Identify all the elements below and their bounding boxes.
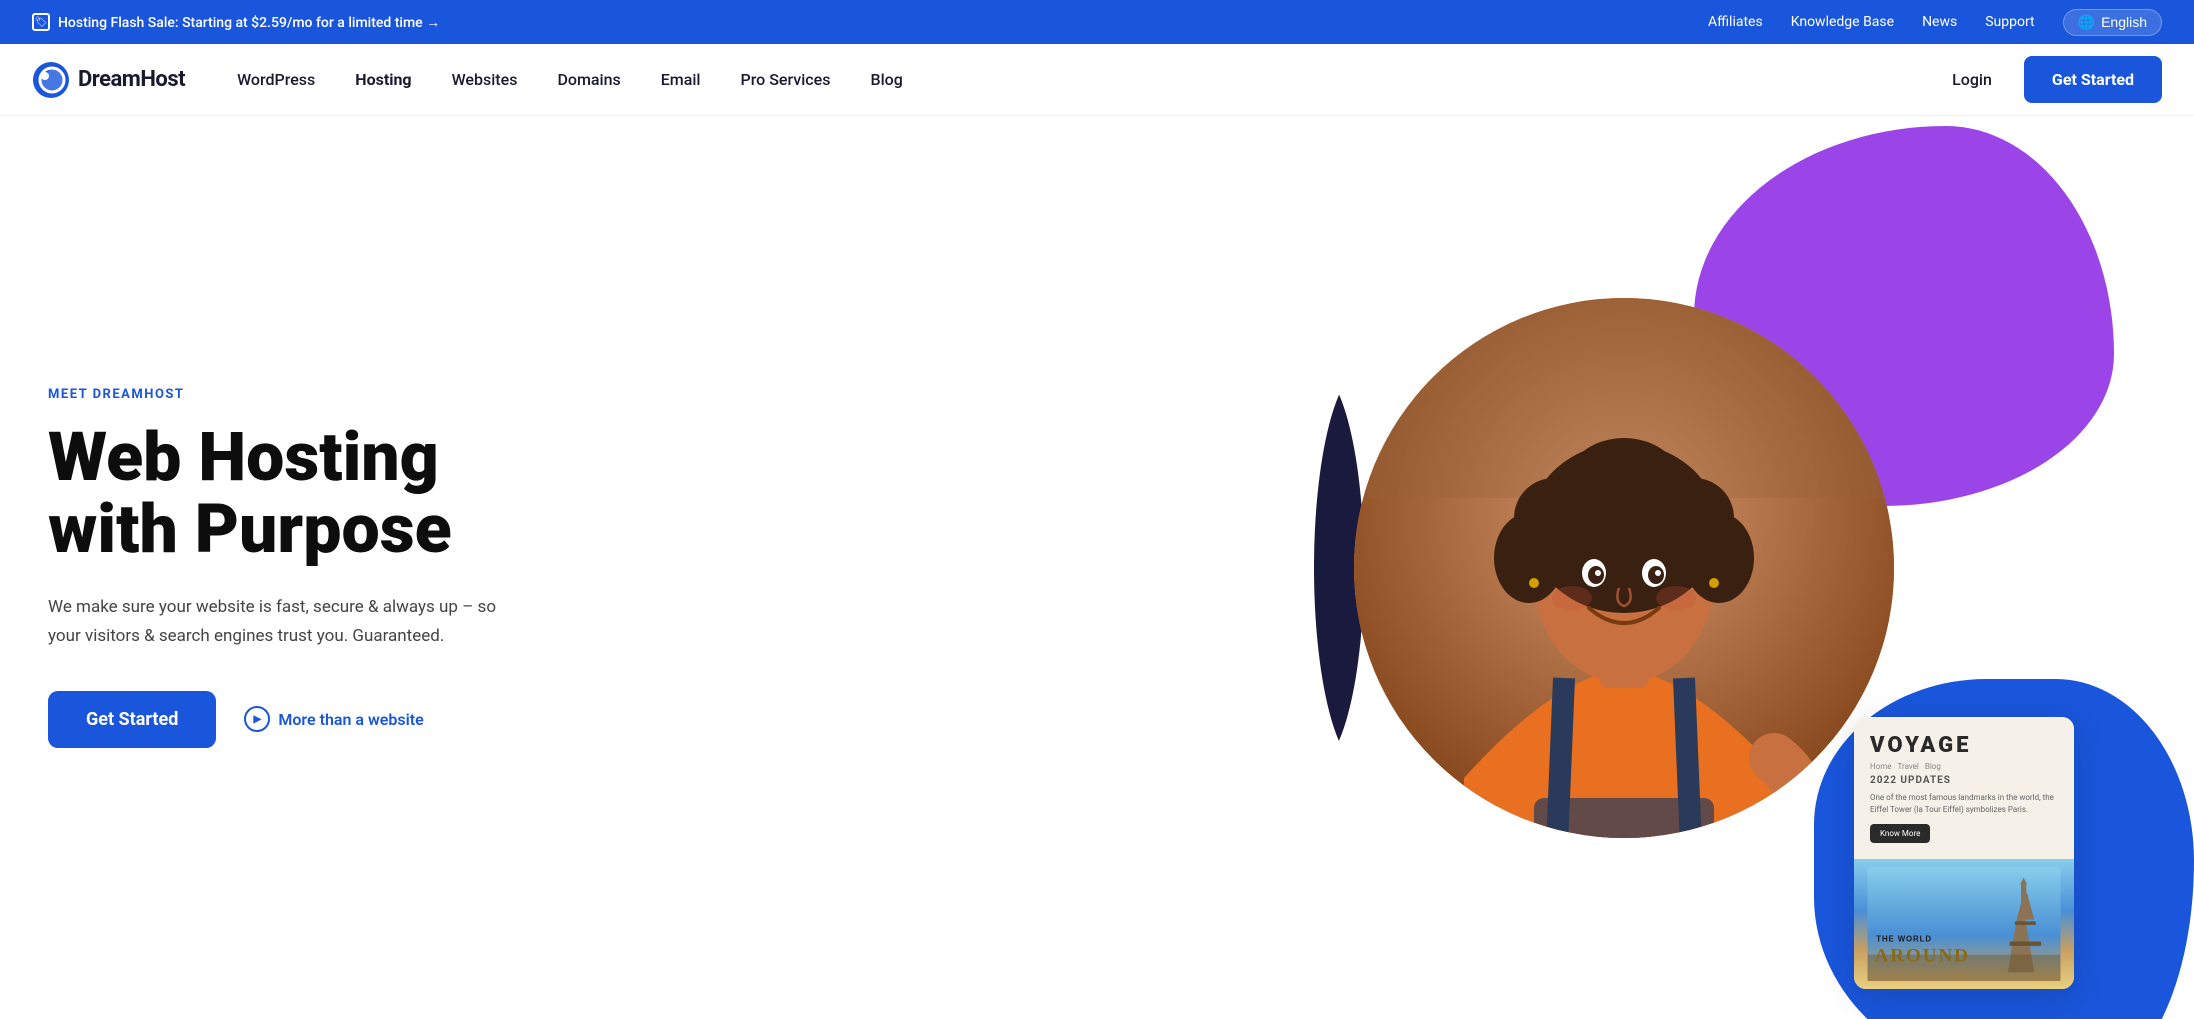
language-label: English: [2101, 14, 2147, 30]
nav-websites[interactable]: Websites: [436, 62, 534, 97]
hero-eyebrow: MEET DREAMHOST: [48, 387, 568, 402]
voyage-card-top: VOYAGE HomeTravelBlog 2022 UPDATES One o…: [1854, 717, 2074, 859]
svg-text:AROUND: AROUND: [1875, 946, 1970, 967]
nav-hosting[interactable]: Hosting: [339, 62, 427, 97]
nav-right: Login Get Started: [1936, 56, 2162, 103]
svg-text:THE WORLD: THE WORLD: [1876, 935, 1932, 944]
hero-title: Web Hosting with Purpose: [48, 422, 568, 565]
tag-icon: 🏷: [32, 13, 50, 31]
logo[interactable]: DreamHost: [32, 61, 185, 99]
nav-domains[interactable]: Domains: [541, 62, 636, 97]
voyage-card: VOYAGE HomeTravelBlog 2022 UPDATES One o…: [1854, 717, 2074, 989]
support-link[interactable]: Support: [1985, 14, 2034, 30]
main-nav: DreamHost WordPress Hosting Websites Dom…: [0, 44, 2194, 116]
hero-subtitle: We make sure your website is fast, secur…: [48, 593, 508, 651]
hero-secondary-label: More than a website: [278, 710, 423, 729]
top-bar-links: Affiliates Knowledge Base News Support 🌐…: [1708, 9, 2162, 36]
nav-links: WordPress Hosting Websites Domains Email…: [221, 62, 1936, 97]
nav-wordpress[interactable]: WordPress: [221, 62, 331, 97]
news-link[interactable]: News: [1922, 14, 1957, 30]
voyage-nav: HomeTravelBlog: [1870, 762, 2058, 771]
hero-title-line2: with Purpose: [48, 489, 452, 569]
hero-content: MEET DREAMHOST Web Hosting with Purpose …: [48, 387, 568, 748]
voyage-know-more-btn[interactable]: Know More: [1870, 824, 1930, 843]
hero-section: MEET DREAMHOST Web Hosting with Purpose …: [0, 116, 2194, 1019]
top-bar: 🏷 Hosting Flash Sale: Starting at $2.59/…: [0, 0, 2194, 44]
hero-cta-button[interactable]: Get Started: [48, 691, 216, 748]
login-button[interactable]: Login: [1936, 62, 2008, 97]
hero-visual: VOYAGE HomeTravelBlog 2022 UPDATES One o…: [1294, 116, 2194, 1019]
hero-secondary-link[interactable]: ▶ More than a website: [244, 706, 423, 732]
knowledge-base-link[interactable]: Knowledge Base: [1791, 14, 1894, 30]
hero-title-line1: Web Hosting: [48, 417, 439, 497]
top-bar-promo[interactable]: 🏷 Hosting Flash Sale: Starting at $2.59/…: [32, 13, 440, 31]
nav-blog[interactable]: Blog: [854, 62, 918, 97]
globe-icon: 🌐: [2078, 14, 2095, 31]
play-icon: ▶: [244, 706, 270, 732]
dreamhost-logo-icon: [32, 61, 70, 99]
voyage-card-title: VOYAGE: [1870, 733, 2058, 758]
voyage-card-scene: THE WORLD AROUND: [1862, 867, 2066, 981]
person-illustration: [1354, 298, 1894, 838]
promo-link[interactable]: Hosting Flash Sale: Starting at $2.59/mo…: [58, 14, 440, 31]
affiliates-link[interactable]: Affiliates: [1708, 14, 1763, 30]
get-started-nav-button[interactable]: Get Started: [2024, 56, 2162, 103]
voyage-card-subtitle: 2022 UPDATES: [1870, 775, 2058, 786]
voyage-card-desc: One of the most famous landmarks in the …: [1870, 792, 2058, 816]
logo-text: DreamHost: [78, 67, 185, 92]
nav-email[interactable]: Email: [645, 62, 717, 97]
nav-pro-services[interactable]: Pro Services: [725, 62, 847, 97]
hero-actions: Get Started ▶ More than a website: [48, 691, 568, 748]
voyage-card-image: THE WORLD AROUND: [1854, 859, 2074, 989]
language-button[interactable]: 🌐 English: [2063, 9, 2162, 36]
hero-photo-circle: [1354, 298, 1894, 838]
